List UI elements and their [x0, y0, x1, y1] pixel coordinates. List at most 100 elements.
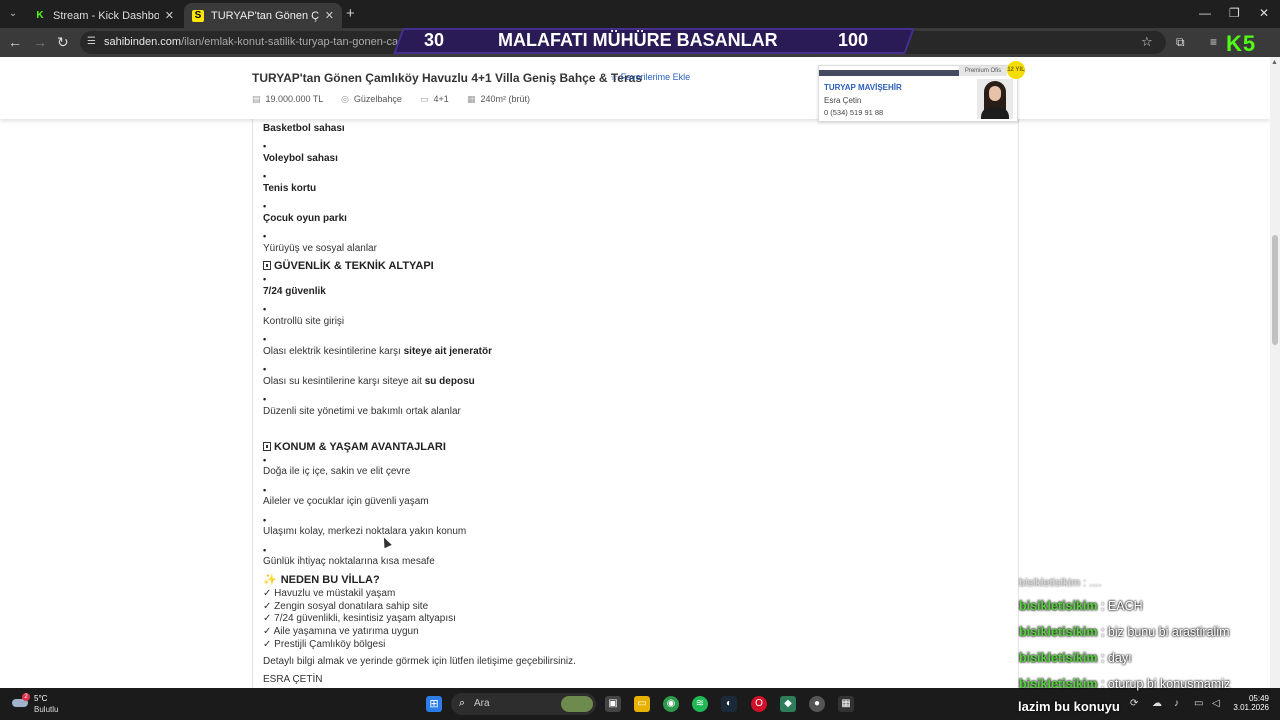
- years-badge: 12 YIL: [1007, 61, 1025, 79]
- weather-icon[interactable]: 2: [10, 693, 30, 707]
- clock-date: 3.01.2026: [1233, 703, 1269, 712]
- chat-message-continuation: lazim bu konuyu: [1018, 699, 1120, 714]
- start-windows-icon[interactable]: ⊞: [426, 696, 442, 712]
- bullet: •: [263, 455, 267, 465]
- chat-message: bisikletisikim : oturup bi konusmamiz: [1019, 677, 1231, 691]
- bullet: •: [263, 334, 267, 344]
- back-icon[interactable]: ←: [8, 34, 22, 50]
- signature: ESRA ÇETİN: [263, 674, 323, 685]
- section-heading-why: ✨ NEDEN BU VİLLA?: [263, 574, 380, 586]
- agent-phone[interactable]: 0 (534) 519 91 88: [824, 108, 883, 117]
- weather-temp: 5°C: [34, 694, 48, 703]
- bullet: •: [263, 171, 267, 181]
- contact-text: Detaylı bilgi almak ve yerinde görmek iç…: [263, 656, 576, 667]
- scroll-thumb[interactable]: [1272, 235, 1278, 345]
- agent-office-name[interactable]: TURYAP MAVİŞEHİR: [824, 83, 902, 92]
- network-icon[interactable]: ▭: [1194, 698, 1203, 709]
- description-line: Yürüyüş ve sosyal alanlar: [263, 243, 377, 254]
- bed-icon: ▭: [420, 94, 429, 104]
- add-favorites-label: Favorilerime Ekle: [620, 72, 691, 82]
- description-line: Çocuk oyun parkı: [263, 213, 347, 224]
- chrome-icon[interactable]: ◉: [663, 696, 679, 712]
- add-favorites-button[interactable]: ☆ Favorilerime Ekle: [610, 72, 690, 83]
- kick-favicon-icon: K: [36, 9, 44, 21]
- location-pin-icon: ◎: [341, 94, 349, 104]
- new-tab-icon[interactable]: +: [346, 6, 355, 22]
- tray-icon[interactable]: ⟳: [1130, 698, 1138, 709]
- search-placeholder: Ara: [474, 698, 490, 709]
- checklist-item: ✓ Zengin sosyal donatılara sahip site: [263, 601, 429, 612]
- reload-icon[interactable]: ↻: [57, 34, 69, 50]
- game-app-icon[interactable]: ▦: [838, 696, 854, 712]
- price-info: ▤ 19.000.000 TL: [252, 94, 324, 104]
- description-line: Aileler ve çocuklar için güvenli yaşam: [263, 496, 429, 507]
- checklist-item: ✓ 7/24 güvenlikli, kesintisiz yaşam alty…: [263, 613, 456, 624]
- taskbar-search[interactable]: ⌕ Ara: [451, 693, 596, 715]
- description-line: Olası su kesintilerine karşı siteye ait …: [263, 376, 475, 387]
- overlay-right-number: 100: [838, 30, 869, 50]
- description-line: Voleybol sahası: [263, 153, 338, 164]
- bullet: •: [263, 485, 267, 495]
- tab-bar: ⌄ K Stream - Kick Dashboard ✕ S TURYAP't…: [0, 0, 1280, 28]
- overlay-left-number: 30: [424, 30, 445, 50]
- sahibinden-favicon-icon: S: [192, 9, 204, 22]
- microphone-icon[interactable]: ♪: [1174, 698, 1179, 709]
- bullet: •: [263, 141, 267, 151]
- price-icon: ▤: [252, 94, 261, 104]
- spotify-icon[interactable]: ≋: [692, 696, 708, 712]
- volume-icon[interactable]: ◁: [1212, 698, 1220, 709]
- minimize-icon[interactable]: —: [1199, 6, 1211, 20]
- bullet: •: [263, 201, 267, 211]
- tab-title: Stream - Kick Dashboard: [53, 9, 159, 22]
- location-info: ◎ Güzelbahçe: [341, 94, 402, 104]
- section-heading-location: KONUM & YAŞAM AVANTAJLARI: [263, 441, 446, 453]
- missing-glyph-icon: [263, 261, 271, 270]
- bookmark-star-icon[interactable]: ☆: [1141, 34, 1153, 50]
- area-icon: ▦: [467, 94, 476, 104]
- chat-message: bisikletisikim : dayı: [1019, 651, 1132, 665]
- checklist-item: ✓ Prestijli Çamlıköy bölgesi: [263, 639, 386, 650]
- system-clock[interactable]: 05:49 3.01.2026: [1233, 694, 1269, 712]
- description-line: Olası elektrik kesintilerine karşı sitey…: [263, 346, 492, 357]
- overlay-title: MALAFATI MÜHÜRE BASANLAR: [498, 30, 778, 50]
- listing-description: Basketbol sahası • Voleybol sahası • Ten…: [252, 57, 1019, 688]
- checklist-item: ✓ Havuzlu ve müstakil yaşam: [263, 588, 396, 599]
- close-tab-icon[interactable]: ✕: [165, 9, 174, 22]
- tab-kick-dashboard[interactable]: K Stream - Kick Dashboard ✕: [26, 3, 182, 28]
- description-line: Kontrollü site girişi: [263, 316, 345, 327]
- listing-title: TURYAP'tan Gönen Çamlıköy Havuzlu 4+1 Vi…: [252, 71, 642, 85]
- site-info-icon[interactable]: ☰: [87, 36, 96, 47]
- obs-icon[interactable]: ●: [809, 696, 825, 712]
- description-line: 7/24 güvenlik: [263, 286, 326, 297]
- bullet: •: [263, 231, 267, 241]
- rooms-info: ▭ 4+1: [420, 94, 449, 104]
- restore-icon[interactable]: ❐: [1229, 6, 1240, 20]
- file-explorer-icon[interactable]: ▭: [634, 696, 650, 712]
- tray-cloud-icon[interactable]: ☁: [1152, 698, 1162, 709]
- area-info: ▦ 240m² (brüt): [467, 94, 531, 104]
- opera-icon[interactable]: O: [751, 696, 767, 712]
- agent-avatar: [977, 79, 1013, 119]
- tab-search-icon[interactable]: ⌄: [5, 6, 21, 22]
- premium-office-label: Premium Ofis: [959, 66, 1007, 76]
- close-tab-icon[interactable]: ✕: [325, 9, 334, 22]
- forward-icon[interactable]: →: [33, 34, 47, 50]
- url-text: sahibinden.com/ilan/emlak-konut-satilik-…: [104, 36, 404, 48]
- agent-card[interactable]: Premium Ofis 12 YIL TURYAP MAVİŞEHİR Esr…: [818, 61, 1025, 122]
- agent-card-bar: [819, 70, 959, 76]
- weather-condition: Bulutlu: [34, 705, 59, 714]
- tab-sahibinden-listing[interactable]: S TURYAP'tan Gönen Çamlıköy Ha ✕: [184, 3, 342, 28]
- checklist-item: ✓ Aile yaşamına ve yatırıma uygun: [263, 626, 419, 637]
- steam-icon[interactable]: ◐: [721, 696, 737, 712]
- chat-message: bisikletisikim : EACH: [1019, 599, 1143, 613]
- bullet: •: [263, 274, 267, 284]
- close-window-icon[interactable]: ✕: [1259, 6, 1269, 20]
- section-heading-security: GÜVENLİK & TEKNİK ALTYAPI: [263, 260, 434, 272]
- scroll-up-icon[interactable]: ▲: [1271, 59, 1278, 66]
- menu-icon[interactable]: ≡: [1210, 35, 1217, 49]
- app-icon[interactable]: ◆: [780, 696, 796, 712]
- task-view-icon[interactable]: ▣: [605, 696, 621, 712]
- clock-time: 05:49: [1248, 694, 1269, 703]
- sparkles-icon: ✨: [263, 574, 277, 586]
- extensions-icon[interactable]: ⧉: [1176, 35, 1185, 50]
